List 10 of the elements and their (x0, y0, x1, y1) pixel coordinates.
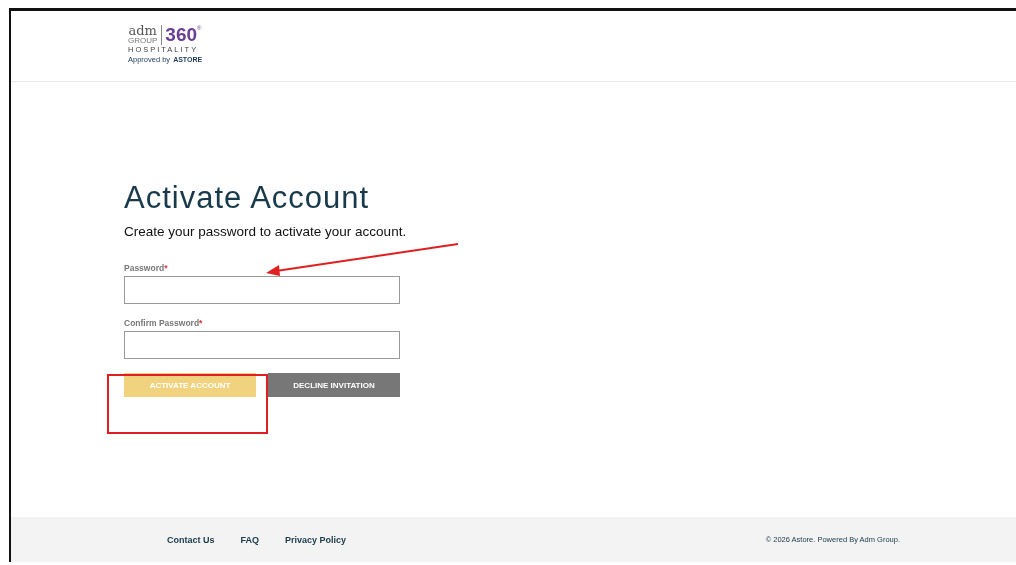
field-label: Password* (124, 263, 168, 273)
footer-link[interactable]: Privacy Policy (285, 534, 347, 545)
footer-link[interactable]: FAQ (240, 534, 260, 545)
decline-button[interactable]: DECLINE INVITATION (268, 373, 400, 397)
field-label: Confirm Password* (124, 318, 203, 328)
password-field[interactable] (124, 331, 400, 359)
page-title: Activate Account (124, 180, 371, 216)
password-field[interactable] (124, 276, 400, 304)
footer-link[interactable]: Contact Us (167, 534, 215, 545)
instruction-text: Create your password to activate your account. (124, 224, 407, 239)
